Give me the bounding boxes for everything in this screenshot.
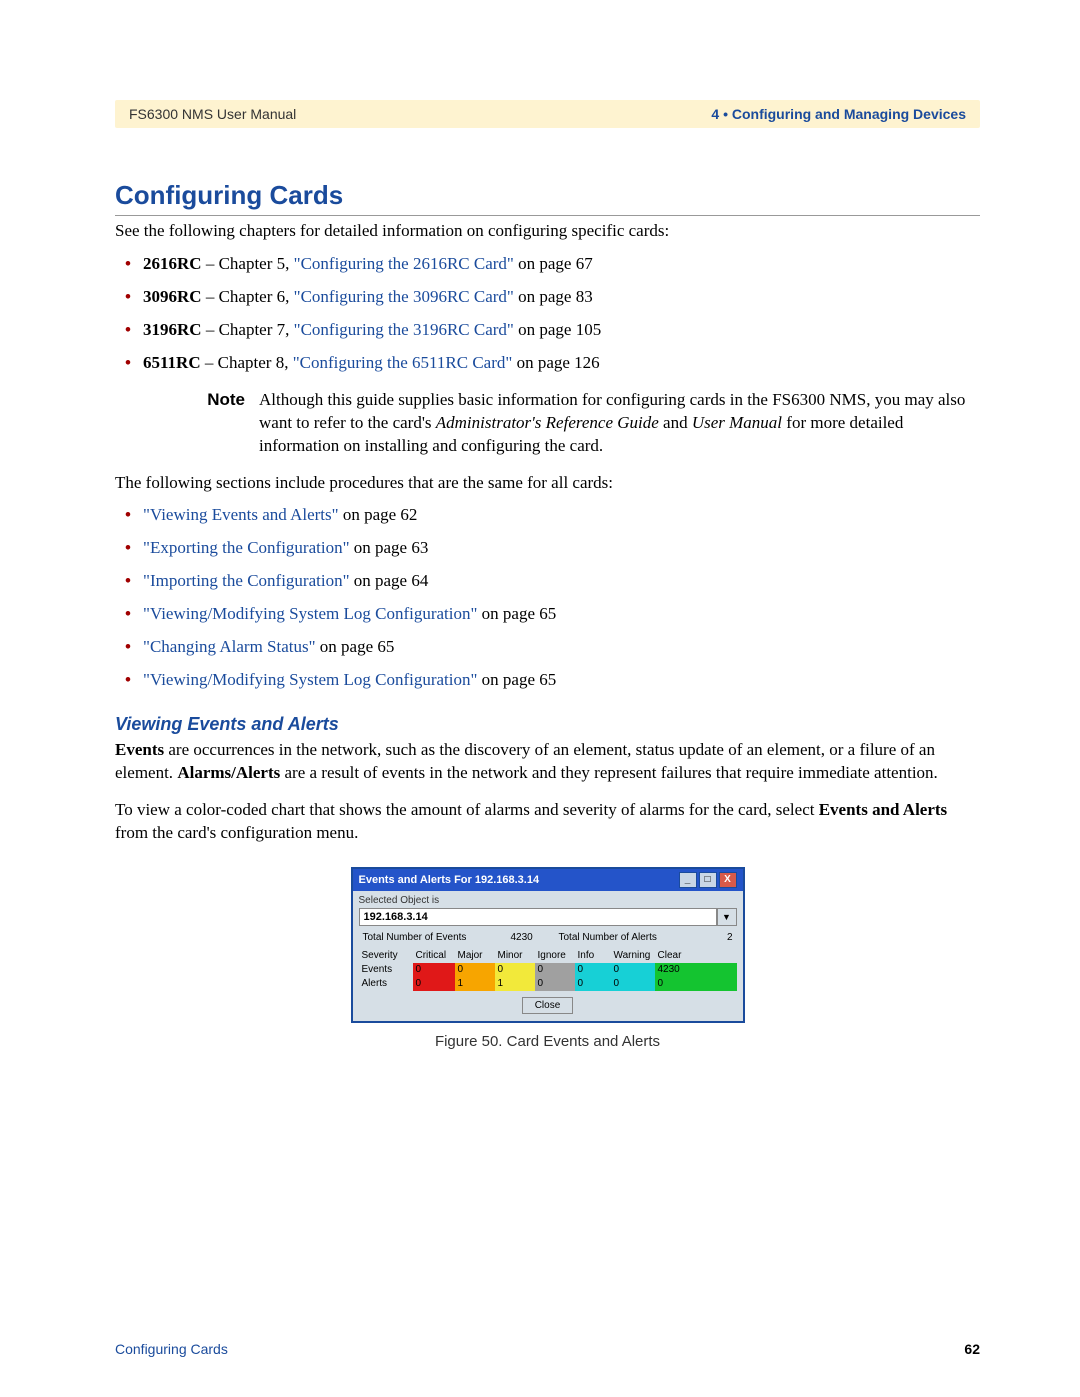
chapter-title: 4 • Configuring and Managing Devices xyxy=(711,106,966,122)
list-item: 3096RC – Chapter 6, "Configuring the 309… xyxy=(143,286,980,309)
events-alerts-window: Events and Alerts For 192.168.3.14 _ □ X… xyxy=(351,867,745,1023)
window-titlebar: Events and Alerts For 192.168.3.14 _ □ X xyxy=(353,869,743,891)
intro-text: See the following chapters for detailed … xyxy=(115,220,980,243)
ip-select[interactable]: 192.168.3.14 xyxy=(359,908,717,926)
total-events-value: 4230 xyxy=(507,930,555,945)
list-item: 2616RC – Chapter 5, "Configuring the 261… xyxy=(143,253,980,276)
xref-link[interactable]: "Exporting the Configuration" xyxy=(143,538,350,557)
list-item: "Viewing Events and Alerts" on page 62 xyxy=(143,504,980,527)
figure-caption: Figure 50. Card Events and Alerts xyxy=(435,1033,660,1050)
window-title: Events and Alerts For 192.168.3.14 xyxy=(359,874,540,886)
list-item: "Viewing/Modifying System Log Configurat… xyxy=(143,669,980,692)
xref-link[interactable]: "Configuring the 6511RC Card" xyxy=(293,353,513,372)
page-number: 62 xyxy=(964,1341,980,1357)
paragraph: To view a color-coded chart that shows t… xyxy=(115,799,980,845)
xref-link[interactable]: "Configuring the 3096RC Card" xyxy=(294,287,514,306)
procedures-intro: The following sections include procedure… xyxy=(115,472,980,495)
xref-link[interactable]: "Viewing Events and Alerts" xyxy=(143,505,339,524)
severity-grid: Severity Critical Major Minor Ignore Inf… xyxy=(359,949,737,991)
alerts-row: Alerts 0 1 1 0 0 0 0 xyxy=(359,977,737,991)
note-block: Note Although this guide supplies basic … xyxy=(175,389,980,458)
xref-link[interactable]: "Viewing/Modifying System Log Configurat… xyxy=(143,670,477,689)
xref-link[interactable]: "Configuring the 3196RC Card" xyxy=(294,320,514,339)
xref-link[interactable]: "Changing Alarm Status" xyxy=(143,637,316,656)
xref-link[interactable]: "Viewing/Modifying System Log Configurat… xyxy=(143,604,477,623)
total-alerts-value: 2 xyxy=(683,930,737,945)
list-item: "Viewing/Modifying System Log Configurat… xyxy=(143,603,980,626)
figure: Events and Alerts For 192.168.3.14 _ □ X… xyxy=(115,867,980,1050)
dropdown-icon[interactable]: ▼ xyxy=(717,908,737,926)
xref-link[interactable]: "Importing the Configuration" xyxy=(143,571,350,590)
close-button[interactable]: Close xyxy=(522,997,574,1014)
page-footer: Configuring Cards 62 xyxy=(115,1341,980,1357)
maximize-icon[interactable]: □ xyxy=(699,872,717,888)
list-item: "Exporting the Configuration" on page 63 xyxy=(143,537,980,560)
list-item: 6511RC – Chapter 8, "Configuring the 651… xyxy=(143,352,980,375)
header-row: Severity Critical Major Minor Ignore Inf… xyxy=(359,949,737,963)
footer-section: Configuring Cards xyxy=(115,1341,228,1357)
xref-link[interactable]: "Configuring the 2616RC Card" xyxy=(294,254,514,273)
totals-row: Total Number of Events 4230 Total Number… xyxy=(359,930,737,945)
doc-title: FS6300 NMS User Manual xyxy=(129,106,296,122)
selected-object-label: Selected Object is xyxy=(359,895,737,906)
page-header: FS6300 NMS User Manual 4 • Configuring a… xyxy=(115,100,980,128)
note-label: Note xyxy=(175,389,259,458)
subsection-heading: Viewing Events and Alerts xyxy=(115,714,980,735)
total-alerts-label: Total Number of Alerts xyxy=(555,930,683,945)
procedure-list: "Viewing Events and Alerts" on page 62 "… xyxy=(115,504,980,692)
total-events-label: Total Number of Events xyxy=(359,930,507,945)
note-body: Although this guide supplies basic infor… xyxy=(259,389,980,458)
card-list: 2616RC – Chapter 5, "Configuring the 261… xyxy=(115,253,980,375)
list-item: 3196RC – Chapter 7, "Configuring the 319… xyxy=(143,319,980,342)
minimize-icon[interactable]: _ xyxy=(679,872,697,888)
events-row: Events 0 0 0 0 0 0 4230 xyxy=(359,963,737,977)
list-item: "Changing Alarm Status" on page 65 xyxy=(143,636,980,659)
list-item: "Importing the Configuration" on page 64 xyxy=(143,570,980,593)
close-icon[interactable]: X xyxy=(719,872,737,888)
paragraph: Events are occurrences in the network, s… xyxy=(115,739,980,785)
section-heading: Configuring Cards xyxy=(115,180,980,216)
